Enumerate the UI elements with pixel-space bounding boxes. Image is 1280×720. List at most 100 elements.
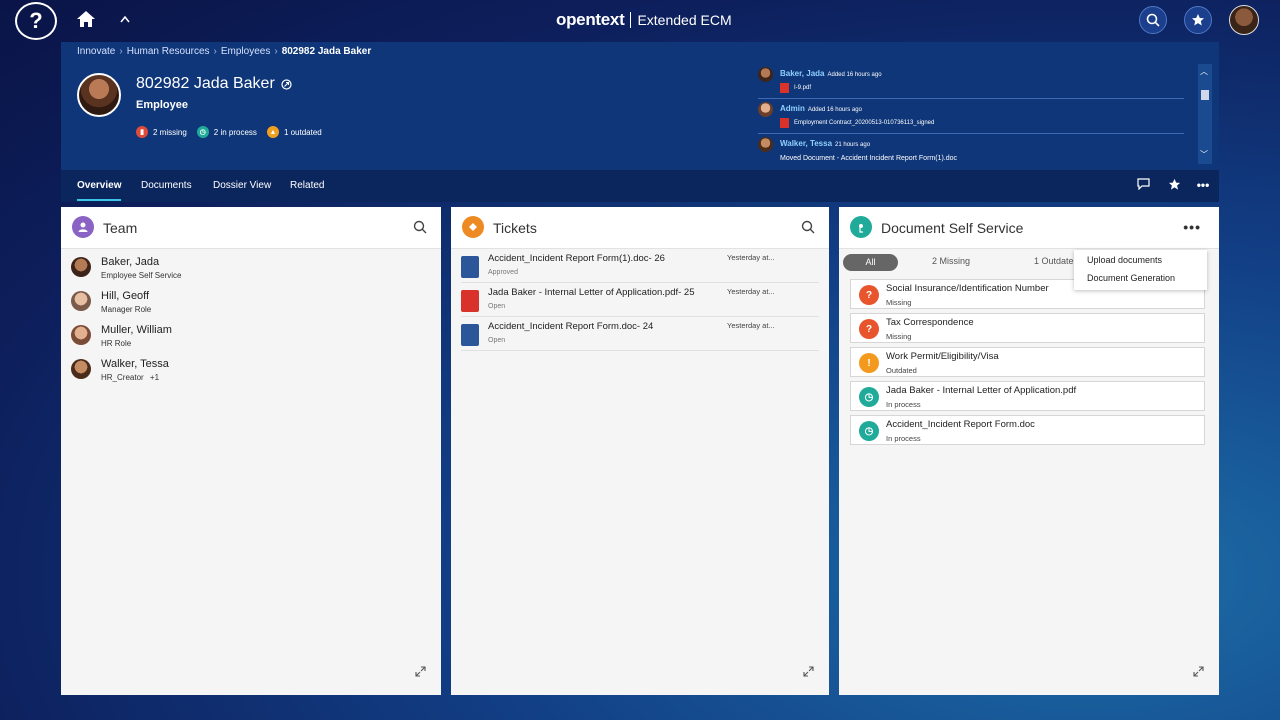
word-document-icon (461, 256, 479, 278)
activity-file[interactable]: I-9.pdf (794, 85, 811, 91)
menu-item-document-generation[interactable]: Document Generation (1087, 273, 1175, 283)
list-item[interactable]: ! Work Permit/Eligibility/Visa Outdated (850, 347, 1205, 377)
person-photo (77, 73, 121, 117)
breadcrumb-item[interactable]: Employees (221, 46, 270, 57)
link-icon[interactable] (281, 78, 292, 90)
filter-outdated[interactable]: 1 Outdate (1034, 256, 1074, 266)
panel-title: Tickets (493, 220, 537, 236)
tab-overview[interactable]: Overview (77, 180, 121, 191)
user-avatar[interactable] (1229, 5, 1259, 35)
member-role: HR Role (101, 339, 132, 348)
member-name: Muller, William (101, 324, 172, 336)
ticket-status: Open (488, 303, 506, 310)
avatar (71, 325, 91, 345)
ticket-icon (462, 216, 484, 238)
home-icon[interactable] (76, 10, 96, 30)
chevron-right-icon: › (274, 46, 278, 57)
status-label: 2 in process (213, 127, 257, 137)
top-bar: ? opentext Extended ECM (0, 0, 1280, 42)
ticket-name[interactable]: Accident_Incident Report Form(1).doc- 26 (488, 253, 665, 264)
filter-missing[interactable]: 2 Missing (932, 256, 970, 266)
activity-user[interactable]: Admin (780, 104, 805, 113)
star-icon[interactable] (1166, 178, 1182, 194)
menu-item-upload-documents[interactable]: Upload documents (1087, 255, 1162, 265)
document-status: In process (886, 400, 921, 409)
activity-message: Moved Document - Accident Incident Repor… (780, 155, 958, 162)
breadcrumb-item[interactable]: Innovate (77, 46, 115, 57)
tab-documents[interactable]: Documents (141, 180, 192, 191)
document-name: Jada Baker - Internal Letter of Applicat… (886, 385, 1077, 396)
tickets-panel: Tickets Accident_Incident Report Form(1)… (451, 207, 829, 695)
team-panel: Team Baker, Jada Employee Self Service H… (61, 207, 441, 695)
expand-icon[interactable] (799, 665, 817, 683)
member-extra[interactable]: +1 (150, 373, 159, 382)
warning-icon: ▲ (266, 126, 279, 138)
member-name: Baker, Jada (101, 256, 160, 268)
tab-bar: Overview Documents Dossier View Related … (61, 170, 1219, 202)
list-item[interactable]: ◷ Jada Baker - Internal Letter of Applic… (850, 381, 1205, 411)
ticket-name[interactable]: Jada Baker - Internal Letter of Applicat… (488, 287, 695, 298)
list-item[interactable]: ◷ Accident_Incident Report Form.doc In p… (850, 415, 1205, 445)
activity-user[interactable]: Baker, Jada (780, 69, 824, 78)
list-item[interactable]: Accident_Incident Report Form.doc- 24 Op… (461, 317, 819, 351)
search-icon[interactable] (801, 220, 815, 234)
document-status: In process (886, 434, 921, 443)
activity-scrollbar[interactable]: ︿ ﹀ (1198, 64, 1212, 164)
search-button[interactable] (1139, 6, 1167, 34)
list-item[interactable]: Walker, Tessa HR_Creator +1 (61, 353, 441, 387)
activity-item[interactable]: Walker, Tessa 21 hours ago Moved Document… (758, 134, 1184, 164)
favorites-button[interactable] (1184, 6, 1212, 34)
chevron-up-icon[interactable] (118, 10, 132, 30)
breadcrumb-item[interactable]: Human Resources (127, 46, 210, 57)
chevron-right-icon: › (213, 46, 217, 57)
expand-icon[interactable] (1189, 665, 1207, 683)
avatar (758, 102, 773, 117)
more-icon[interactable]: ••• (1195, 178, 1211, 194)
more-icon[interactable]: ••• (1183, 219, 1201, 235)
activity-file[interactable]: Employment Contract_20200513-010736113_s… (794, 120, 934, 126)
missing-icon: ▮ (136, 126, 148, 138)
help-button[interactable]: ? (15, 2, 57, 40)
dss-list: ? Social Insurance/Identification Number… (839, 279, 1219, 445)
chevron-down-icon[interactable]: ﹀ (1200, 149, 1208, 160)
status-summary: ▮ 2 missing ◷ 2 in process ▲ 1 outdated (136, 126, 322, 138)
person-name-text: 802982 Jada Baker (136, 75, 275, 92)
status-outdated[interactable]: ▲ 1 outdated (266, 126, 322, 138)
activity-item[interactable]: Admin Added 16 hours ago Employment Contr… (758, 99, 1184, 134)
member-role: HR_Creator +1 (101, 373, 159, 382)
status-label: 2 missing (153, 127, 187, 137)
person-name: 802982 Jada Baker (136, 75, 292, 93)
list-item[interactable]: Hill, Geoff Manager Role (61, 285, 441, 319)
ticket-time: Yesterday at... (727, 321, 775, 330)
avatar (758, 137, 773, 152)
expand-icon[interactable] (411, 665, 429, 683)
ticket-name[interactable]: Accident_Incident Report Form.doc- 24 (488, 321, 653, 332)
list-item[interactable]: Jada Baker - Internal Letter of Applicat… (461, 283, 819, 317)
avatar (71, 257, 91, 277)
status-missing[interactable]: ▮ 2 missing (136, 126, 187, 138)
avatar (71, 359, 91, 379)
comment-icon[interactable] (1135, 178, 1151, 194)
list-item[interactable]: Baker, Jada Employee Self Service (61, 251, 441, 285)
status-in-process[interactable]: ◷ 2 in process (196, 126, 257, 138)
document-name: Accident_Incident Report Form.doc (886, 419, 1035, 430)
scrollbar-thumb[interactable] (1201, 90, 1209, 100)
actions-menu: Upload documents Document Generation (1074, 250, 1207, 290)
list-item[interactable]: ? Tax Correspondence Missing (850, 313, 1205, 343)
missing-icon: ? (859, 319, 879, 339)
tab-dossier-view[interactable]: Dossier View (213, 180, 271, 191)
warning-icon: ! (859, 353, 879, 373)
member-name: Walker, Tessa (101, 358, 169, 370)
activity-item[interactable]: Baker, Jada Added 16 hours ago I-9.pdf (758, 64, 1184, 99)
activity-user[interactable]: Walker, Tessa (780, 139, 832, 148)
search-icon[interactable] (413, 220, 427, 234)
filter-all[interactable]: All (843, 254, 898, 271)
document-status: Outdated (886, 366, 917, 375)
pdf-icon (780, 118, 789, 128)
list-item[interactable]: Accident_Incident Report Form(1).doc- 26… (461, 249, 819, 283)
list-item[interactable]: Muller, William HR Role (61, 319, 441, 353)
chevron-right-icon: › (119, 46, 123, 57)
tab-related[interactable]: Related (290, 180, 324, 191)
chevron-up-icon[interactable]: ︿ (1200, 66, 1208, 77)
document-name: Tax Correspondence (886, 317, 974, 328)
